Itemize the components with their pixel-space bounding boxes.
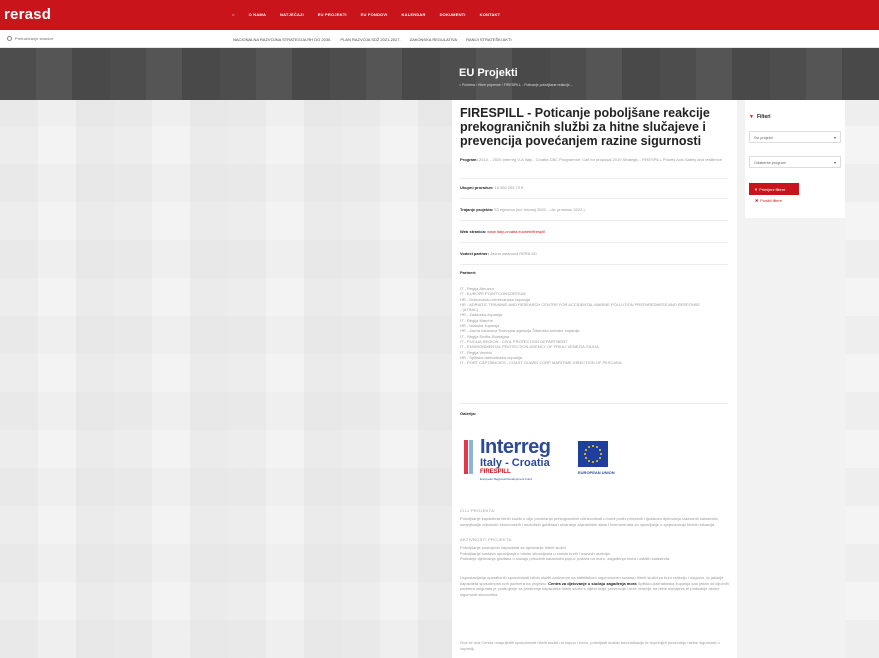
project-select-value: Svi projekti [754, 136, 773, 140]
nav-item-dokumenti[interactable]: DOKUMENTI [440, 12, 466, 17]
nav-item-o-nama[interactable]: O NAMA [249, 12, 266, 17]
home-icon[interactable]: ⌂ [232, 12, 235, 17]
list-item: Poticanje djelovanja građana u slučaju p… [460, 556, 671, 561]
program-select[interactable]: Odaberite program ▾ [749, 156, 841, 168]
apply-filters-button[interactable]: ▼ Primijeni filtere [749, 183, 799, 195]
nav-item-natjecaji[interactable]: NATJEČAJI [280, 12, 304, 17]
web-label: Web stranica: [460, 229, 487, 234]
subnav-plan-razvoja[interactable]: PLAN RAZVOJA SDŽ 2021-2027. [340, 37, 400, 42]
web-field: Web stranica: www.italy-croatia.eu/web/f… [460, 229, 730, 235]
divider [460, 264, 728, 265]
site-logo[interactable]: rerasd [4, 6, 51, 23]
search-icon[interactable] [7, 36, 12, 41]
program-select-value: Odaberite program [754, 161, 786, 165]
duration-label: Trajanje projekta: [460, 207, 494, 212]
lead-partner-field: Vodeći partner: Javna ustanova RERA SD [460, 251, 730, 257]
top-bar: rerasd ⌂ O NAMA NATJEČAJI EU PROJEKTI EU… [0, 0, 879, 30]
filter-icon: ▼ [749, 114, 754, 120]
filters-title: ▼ Filteri [749, 114, 771, 120]
main-nav: ⌂ O NAMA NATJEČAJI EU PROJEKTI EU FONDOV… [232, 12, 500, 17]
page-title: EU Projekti [459, 67, 518, 79]
center-bold: Centra za djelovanje u slučaju zagađenja… [548, 580, 637, 586]
divider [460, 242, 728, 243]
sub-nav: NACIONALNA RAZVOJNA STRATEGIJA RH DO 203… [233, 37, 512, 42]
filters-title-text: Filteri [756, 114, 771, 120]
duration-field: Trajanje projekta: 33 mjeseca (od: trava… [460, 207, 730, 213]
center-paragraph: Uspostavljanje operativnih sposobnosti h… [460, 575, 732, 597]
web-link[interactable]: www.italy-croatia.eu/web/firespill [487, 229, 545, 234]
goals-title: CILJ PROJEKTA: [460, 508, 496, 513]
chevron-down-icon: ▾ [833, 160, 836, 165]
nav-item-kontakt[interactable]: KONTAKT [480, 12, 501, 17]
background-left [0, 100, 452, 658]
program-field: Program: 2014. - 2020 Interreg V-A Italy… [460, 157, 730, 163]
project-select[interactable]: Svi projekti ▾ [749, 131, 841, 143]
gallery-label: Galerija: [460, 411, 477, 416]
close-icon: ✖ [755, 199, 759, 203]
hero-banner [0, 48, 879, 100]
budget-field: Ukupni proračun: 16.950.299,70 € [460, 185, 730, 191]
filters-sidebar: ▼ Filteri Svi projekti ▾ Odaberite progr… [745, 100, 845, 218]
nav-item-eu-projekti[interactable]: EU PROJEKTI [318, 12, 347, 17]
list-item: HR - ADRIATIC TRAINING AND RESEARCH CENT… [460, 301, 701, 307]
chevron-down-icon: ▾ [833, 135, 836, 140]
interreg-project: FIRESPILL [480, 469, 511, 475]
partners-field: Partneri: [460, 270, 730, 276]
breadcrumb[interactable]: ⌂ Početna / Hitne pripreme / FIRESPILL -… [459, 83, 572, 87]
sub-bar: NACIONALNA RAZVOJNA STRATEGIJA RH DO 203… [0, 30, 879, 48]
interreg-fund: European Regional Development Fund [480, 477, 532, 481]
activities-title: AKTIVNOSTI PROJEKTA: [460, 537, 513, 542]
background-right [845, 100, 879, 658]
list-item: IT - PORT CAPTAINCIES - COAST GUARD CORP… [460, 360, 622, 366]
nav-item-eu-fondovi[interactable]: EU FONDOVI [361, 12, 388, 17]
activities-list: Poboljšanje postojećih kapaciteta za dje… [460, 545, 732, 562]
budget-value: 16.950.299,70 € [494, 185, 524, 190]
closing-text: Ova će dva Centra unaprijediti sposobnos… [460, 640, 720, 651]
interreg-logo[interactable]: Interreg Italy - Croatia FIRESPILL Europ… [464, 434, 629, 482]
divider [460, 403, 728, 404]
interreg-ribbon-icon [464, 440, 473, 474]
partners-label: Partneri: [460, 270, 477, 275]
divider [460, 198, 728, 199]
goals-text: Poboljšanje kapaciteta hitnih službi u c… [460, 516, 719, 527]
subnav-strateski-akti[interactable]: RANIJI STRATEŠKI AKTI [466, 37, 512, 42]
apply-filters-label: Primijeni filtere [759, 187, 786, 192]
project-content: FIRESPILL - Poticanje poboljšane reakcij… [452, 100, 737, 658]
interreg-subtitle: Italy - Croatia [480, 457, 550, 469]
divider [460, 220, 728, 221]
eu-label: EUROPEAN UNION [578, 470, 615, 475]
project-title: FIRESPILL - Poticanje poboljšane reakcij… [460, 106, 710, 148]
search-box [7, 36, 105, 41]
lead-partner-value: Javna ustanova RERA SD [490, 251, 537, 256]
program-value: 2014. - 2020 Interreg V-A Italy - Croati… [478, 157, 722, 162]
divider [460, 178, 728, 179]
program-label: Program: [460, 157, 478, 162]
eu-flag-icon [578, 441, 608, 467]
search-input[interactable] [15, 36, 105, 41]
subnav-strategija[interactable]: NACIONALNA RAZVOJNA STRATEGIJA RH DO 203… [233, 37, 331, 42]
reset-filters-link[interactable]: ✖ Poništi filtere [755, 198, 782, 203]
interreg-word: Interreg [480, 436, 551, 458]
reset-filters-label: Poništi filtere [760, 199, 782, 203]
lead-partner-label: Vodeći partner: [460, 251, 490, 256]
nav-item-kalendar[interactable]: KALENDAR [402, 12, 426, 17]
subnav-regulativa[interactable]: ZAKONSKA REGULATIVA [410, 37, 457, 42]
budget-label: Ukupni proračun: [460, 185, 494, 190]
partners-list: IT - Regija Abruzzo IT - EUROPE POINT CO… [460, 286, 732, 365]
duration-value: 33 mjeseca (od: travanj 2020. - do: pros… [494, 207, 585, 212]
